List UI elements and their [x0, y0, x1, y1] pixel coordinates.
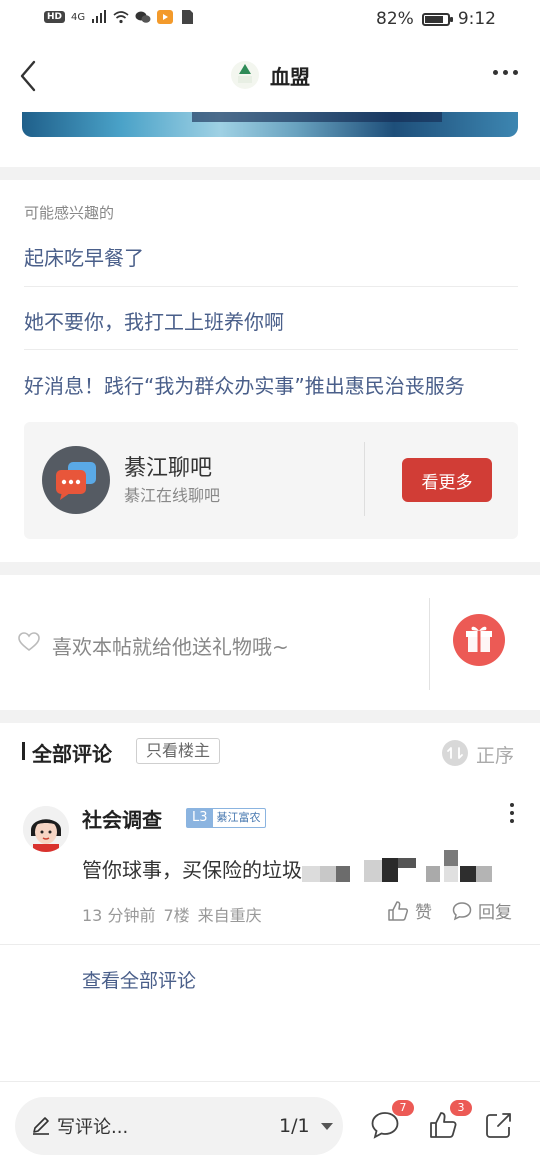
video-app-icon: [157, 10, 174, 24]
divider: [429, 598, 430, 690]
divider: [0, 944, 540, 945]
group-avatar: [42, 446, 110, 514]
battery-percent: 82%: [376, 9, 414, 29]
clock: 9:12: [457, 9, 496, 29]
sort-order-icon[interactable]: [442, 740, 468, 766]
comment-floor: 7楼: [163, 906, 190, 925]
avatar[interactable]: [23, 806, 69, 852]
like-button[interactable]: 赞: [387, 898, 432, 923]
forum-logo-icon: [231, 61, 259, 89]
send-gift-button[interactable]: [453, 614, 505, 666]
comment-location: 来自重庆: [197, 906, 262, 925]
sim-card-icon: [182, 10, 194, 24]
sort-order-label[interactable]: 正序: [476, 741, 514, 768]
level-title: 綦江富农: [216, 811, 261, 824]
group-name: 綦江聊吧: [124, 456, 213, 481]
comment-time: 13 分钟前: [82, 906, 156, 925]
more-options-button[interactable]: [493, 70, 518, 75]
like-label: 赞: [415, 903, 432, 923]
comment-meta: 13 分钟前 7楼 来自重庆: [82, 902, 262, 926]
reply-button[interactable]: 回复: [452, 898, 512, 923]
wechat-icon: [135, 11, 151, 23]
level-number: L3: [187, 809, 213, 827]
heart-icon: [18, 632, 40, 652]
signal-icon: [92, 10, 107, 23]
divider: [24, 349, 518, 350]
group-subtitle: 綦江在线聊吧: [124, 486, 221, 505]
group-card[interactable]: 綦江聊吧 綦江在线聊吧 看更多: [24, 422, 518, 539]
recommended-post-link[interactable]: 起床吃早餐了: [24, 242, 144, 271]
network-type: 4G: [71, 11, 86, 23]
recommended-post-link[interactable]: 好消息！践行“我为群众办实事”推出惠民治丧服务: [24, 370, 465, 399]
section-separator: [0, 562, 540, 575]
chat-bubbles-icon: [56, 462, 96, 500]
interest-label: 可能感兴趣的: [24, 204, 115, 222]
wifi-icon: [113, 11, 129, 24]
see-more-button[interactable]: 看更多: [402, 458, 492, 502]
section-separator: [0, 710, 540, 723]
top-nav-bar: 血盟: [0, 40, 540, 112]
comment-text: 管你球事，买保险的垃圾: [82, 858, 302, 882]
write-comment-input[interactable]: 写评论... 1/1: [15, 1097, 343, 1155]
divider: [364, 442, 365, 516]
comment-bubble-icon: [452, 901, 472, 920]
chevron-down-icon[interactable]: [321, 1123, 333, 1130]
user-level-badge: L3 綦江富农: [186, 808, 266, 828]
gift-prompt: 喜欢本帖就给他送礼物哦~: [52, 635, 289, 659]
view-all-comments-link[interactable]: 查看全部评论: [82, 966, 196, 993]
battery-icon: [421, 12, 453, 26]
section-separator: [0, 167, 540, 180]
forum-brand[interactable]: 血盟: [0, 60, 540, 90]
share-icon[interactable]: [484, 1110, 514, 1140]
divider: [24, 286, 518, 287]
recommended-post-link[interactable]: 她不要你，我打工上班养你啊: [24, 306, 284, 335]
reply-label: 回复: [478, 903, 512, 923]
forum-title: 血盟: [270, 64, 310, 89]
thumbs-up-icon: [388, 900, 409, 921]
status-bar: HD 4G 82% 9:12: [0, 0, 540, 40]
comment-more-button[interactable]: [510, 803, 514, 823]
bottom-action-bar: 写评论... 1/1 7 3: [0, 1081, 540, 1170]
only-op-button[interactable]: 只看楼主: [136, 738, 221, 764]
banner-image[interactable]: [22, 112, 518, 137]
hd-indicator: HD: [44, 11, 66, 23]
gift-icon: [466, 626, 492, 652]
comment-count-badge: 7: [392, 1100, 414, 1116]
battery-level: [424, 15, 443, 23]
comment-username[interactable]: 社会调查: [82, 804, 162, 833]
section-marker: [22, 742, 25, 760]
pencil-icon: [33, 1117, 49, 1135]
mosaic-overlay: [302, 850, 492, 882]
write-comment-placeholder: 写评论...: [57, 1117, 129, 1138]
gift-row: 喜欢本帖就给他送礼物哦~: [0, 586, 540, 710]
like-count-badge: 3: [450, 1100, 472, 1116]
page-indicator[interactable]: 1/1: [279, 1115, 310, 1137]
comments-title: 全部评论: [32, 742, 112, 766]
